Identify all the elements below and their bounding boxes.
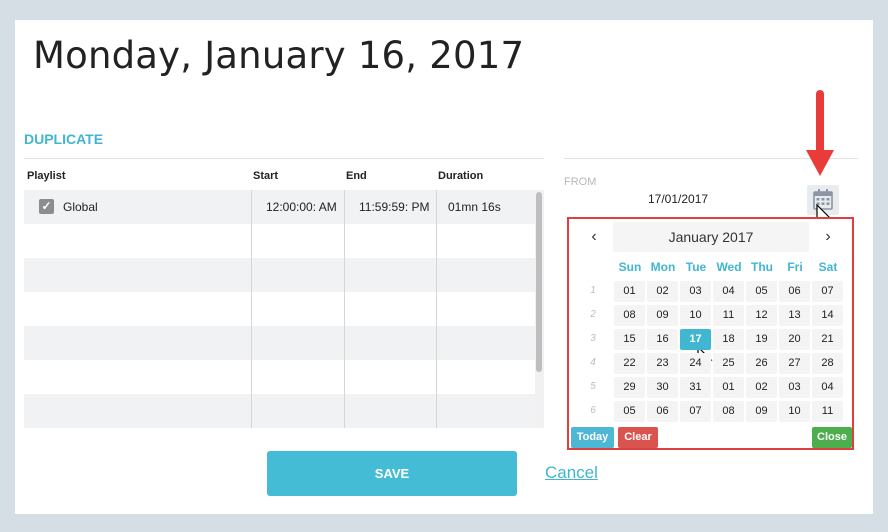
cell-duration: 01mn 16s bbox=[448, 200, 501, 214]
table-scrollbar[interactable] bbox=[535, 190, 544, 428]
day-cell[interactable]: 30 bbox=[647, 377, 678, 398]
day-cell[interactable]: 15 bbox=[614, 329, 645, 350]
day-cell[interactable]: 05 bbox=[614, 401, 645, 422]
day-cell[interactable]: 10 bbox=[779, 401, 810, 422]
table-row-empty bbox=[24, 326, 535, 360]
day-cell[interactable]: 20 bbox=[779, 329, 810, 350]
table-row-empty bbox=[24, 394, 535, 428]
from-label: FROM bbox=[564, 176, 597, 188]
weekday-thu: Thu bbox=[751, 260, 773, 274]
annotation-arrow-icon bbox=[816, 90, 824, 154]
scrollbar-thumb[interactable] bbox=[536, 192, 542, 372]
day-cell[interactable]: 27 bbox=[779, 353, 810, 374]
day-cell[interactable]: 06 bbox=[779, 281, 810, 302]
clear-button[interactable]: Clear bbox=[618, 427, 658, 448]
column-header-end[interactable]: End bbox=[346, 170, 367, 182]
day-cell[interactable]: 19 bbox=[746, 329, 777, 350]
day-cell[interactable]: 07 bbox=[680, 401, 711, 422]
day-cell[interactable]: 03 bbox=[680, 281, 711, 302]
day-cell[interactable]: 09 bbox=[746, 401, 777, 422]
day-cell[interactable]: 05 bbox=[746, 281, 777, 302]
day-cell[interactable]: 06 bbox=[647, 401, 678, 422]
table-row-empty bbox=[24, 360, 535, 394]
section-divider bbox=[24, 158, 544, 159]
page-title: Monday, January 16, 2017 bbox=[33, 34, 525, 77]
save-button[interactable]: SAVE bbox=[267, 451, 517, 496]
annotation-arrowhead-icon bbox=[806, 150, 834, 176]
weekday-wed: Wed bbox=[716, 260, 742, 274]
datepicker: ‹ January 2017 › Sun Mon Tue Wed Thu Fri… bbox=[567, 217, 854, 450]
weekday-fri: Fri bbox=[787, 260, 803, 274]
day-cell[interactable]: 08 bbox=[713, 401, 744, 422]
month-title[interactable]: January 2017 bbox=[613, 222, 809, 252]
close-button[interactable]: Close bbox=[812, 427, 852, 448]
day-cell[interactable]: 04 bbox=[713, 281, 744, 302]
day-cell[interactable]: 31 bbox=[680, 377, 711, 398]
weekday-sat: Sat bbox=[818, 260, 838, 274]
today-button[interactable]: Today bbox=[571, 427, 614, 448]
day-cell[interactable]: 23 bbox=[647, 353, 678, 374]
day-cell[interactable]: 29 bbox=[614, 377, 645, 398]
table-row[interactable]: ✓ Global 12:00:00: AM 11:59:59: PM 01mn … bbox=[24, 190, 535, 224]
weekday-tue: Tue bbox=[685, 260, 707, 274]
day-cell[interactable]: 28 bbox=[812, 353, 843, 374]
day-cell[interactable]: 26 bbox=[746, 353, 777, 374]
day-cell[interactable]: 24 bbox=[680, 353, 711, 374]
day-cell[interactable]: 09 bbox=[647, 305, 678, 326]
from-date-input[interactable]: 17/01/2017 bbox=[648, 192, 708, 206]
column-header-start[interactable]: Start bbox=[253, 170, 278, 182]
day-cell[interactable]: 18 bbox=[713, 329, 744, 350]
table-row-empty bbox=[24, 292, 535, 326]
week-number: 1 bbox=[590, 285, 596, 296]
day-cell[interactable]: 10 bbox=[680, 305, 711, 326]
section-title: DUPLICATE bbox=[24, 131, 104, 147]
day-cell[interactable]: 01 bbox=[713, 377, 744, 398]
day-cell[interactable]: 25 bbox=[713, 353, 744, 374]
day-cell[interactable]: 04 bbox=[812, 377, 843, 398]
day-cell[interactable]: 07 bbox=[812, 281, 843, 302]
day-cell[interactable]: 21 bbox=[812, 329, 843, 350]
prev-month-button[interactable]: ‹ bbox=[579, 222, 609, 252]
table-row-empty bbox=[24, 258, 535, 292]
selected-day-cell[interactable]: 17 bbox=[680, 329, 711, 350]
column-header-playlist[interactable]: Playlist bbox=[27, 170, 66, 182]
day-cell[interactable]: 11 bbox=[812, 401, 843, 422]
cell-playlist: Global bbox=[63, 200, 98, 214]
column-header-duration[interactable]: Duration bbox=[438, 170, 483, 182]
playlist-table: ✓ Global 12:00:00: AM 11:59:59: PM 01mn … bbox=[24, 190, 535, 428]
column-divider bbox=[436, 190, 437, 428]
day-cell[interactable]: 08 bbox=[614, 305, 645, 326]
week-number: 3 bbox=[590, 333, 596, 344]
day-cell[interactable]: 12 bbox=[746, 305, 777, 326]
week-number: 6 bbox=[590, 405, 596, 416]
next-month-button[interactable]: › bbox=[813, 222, 843, 252]
cell-end: 11:59:59: PM bbox=[359, 200, 430, 214]
day-cell[interactable]: 16 bbox=[647, 329, 678, 350]
day-cell[interactable]: 02 bbox=[746, 377, 777, 398]
duplicate-modal: Monday, January 16, 2017 DUPLICATE Playl… bbox=[15, 20, 873, 514]
day-cell[interactable]: 01 bbox=[614, 281, 645, 302]
weekday-sun: Sun bbox=[618, 260, 642, 274]
day-cell[interactable]: 03 bbox=[779, 377, 810, 398]
cell-start: 12:00:00: AM bbox=[266, 200, 337, 214]
week-number: 5 bbox=[590, 381, 596, 392]
day-cell[interactable]: 02 bbox=[647, 281, 678, 302]
day-cell[interactable]: 11 bbox=[713, 305, 744, 326]
table-row-empty bbox=[24, 224, 535, 258]
cancel-link[interactable]: Cancel bbox=[545, 463, 598, 483]
week-number: 4 bbox=[590, 357, 596, 368]
column-divider bbox=[251, 190, 252, 428]
week-number: 2 bbox=[590, 309, 596, 320]
row-checkbox[interactable]: ✓ bbox=[39, 199, 54, 214]
column-divider bbox=[344, 190, 345, 428]
day-cell[interactable]: 22 bbox=[614, 353, 645, 374]
day-cell[interactable]: 13 bbox=[779, 305, 810, 326]
weekday-mon: Mon bbox=[650, 260, 676, 274]
day-cell[interactable]: 14 bbox=[812, 305, 843, 326]
